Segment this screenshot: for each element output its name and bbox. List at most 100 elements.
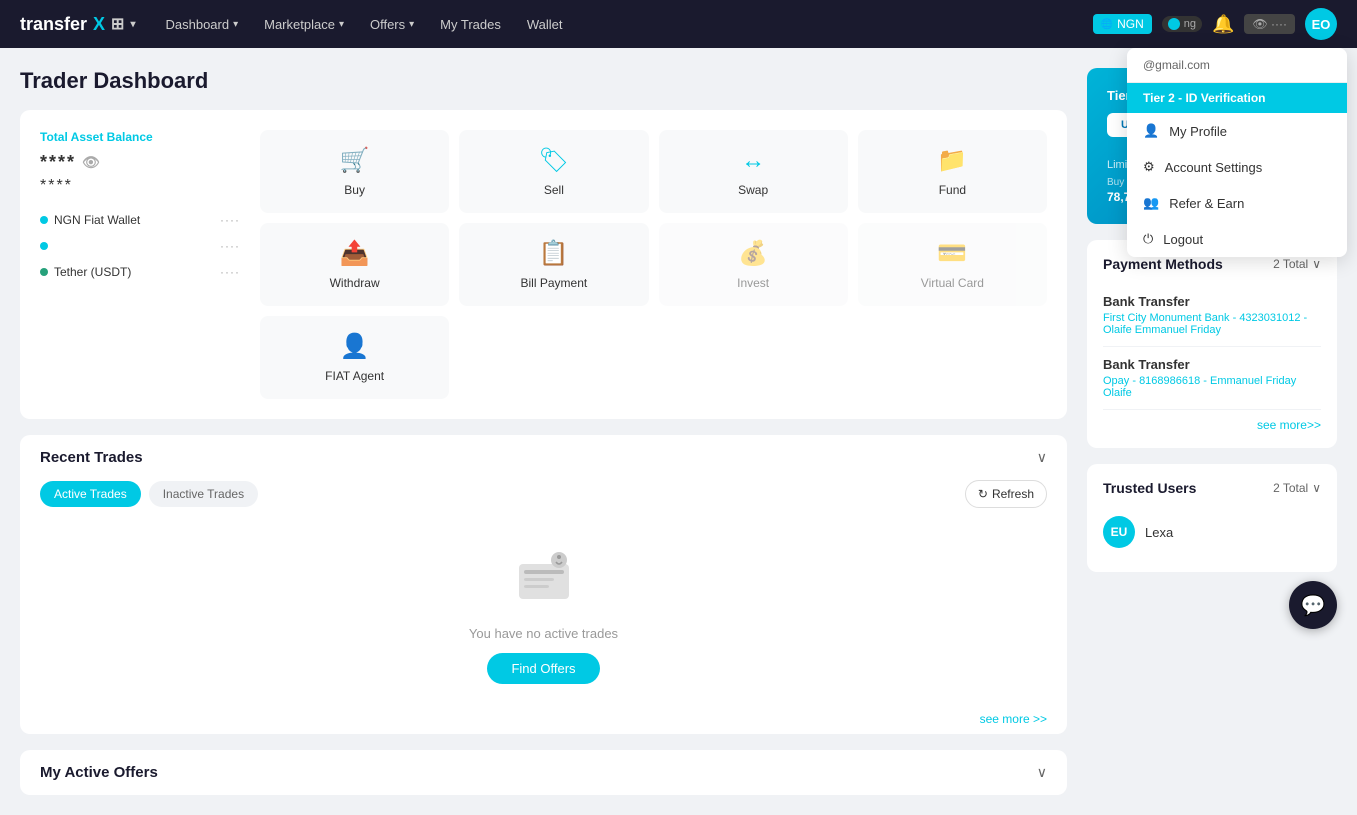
recent-trades-header[interactable]: Recent Trades ∨ xyxy=(20,435,1067,480)
find-offers-button[interactable]: Find Offers xyxy=(487,653,599,684)
balance-label: Total Asset Balance xyxy=(40,130,240,144)
grid-icon[interactable]: ⊞ xyxy=(111,14,124,34)
language-label: ng xyxy=(1184,18,1196,30)
balance-eye-icon[interactable]: 👁 xyxy=(82,154,102,171)
dropdown-email: @gmail.com xyxy=(1127,48,1347,83)
withdraw-button[interactable]: 📤 Withdraw xyxy=(260,223,449,306)
buy-button[interactable]: 🛒 Buy xyxy=(260,130,449,213)
nav-dashboard[interactable]: Dashboard ▾ xyxy=(155,11,248,38)
payment-type-1: Bank Transfer xyxy=(1103,294,1321,309)
trusted-users-chevron-icon: ∨ xyxy=(1312,481,1321,495)
active-trades-tab[interactable]: Active Trades xyxy=(40,481,141,507)
currency-label: NGN xyxy=(1117,17,1144,31)
nav-dashboard-label: Dashboard xyxy=(165,17,229,32)
ngn-wallet-dot xyxy=(40,216,48,224)
inactive-trades-tab[interactable]: Inactive Trades xyxy=(149,481,258,507)
swap-button[interactable]: ↔ Swap xyxy=(659,130,848,213)
my-active-offers-section: My Active Offers ∨ xyxy=(20,750,1067,795)
see-more-payments[interactable]: see more>> xyxy=(1103,410,1321,432)
payment-item-2: Bank Transfer Opay - 8168986618 - Emmanu… xyxy=(1103,347,1321,410)
logo[interactable]: transferX ⊞ ▾ xyxy=(20,14,135,35)
empty-trades-text: You have no active trades xyxy=(469,626,618,641)
payment-methods-count-label: 2 Total xyxy=(1273,257,1308,271)
fiat-agent-label: FIAT Agent xyxy=(325,369,384,383)
see-more-trades[interactable]: see more >> xyxy=(20,704,1067,734)
recent-trades-section: Recent Trades ∨ Active Trades Inactive T… xyxy=(20,435,1067,734)
virtual-card-label: Virtual Card xyxy=(921,276,984,290)
payment-methods-title: Payment Methods xyxy=(1103,256,1223,272)
fiat-agent-button[interactable]: 👤 FIAT Agent xyxy=(260,316,449,399)
trusted-users-count-label: 2 Total xyxy=(1273,481,1308,495)
dropdown-account-settings[interactable]: ⚙ Account Settings xyxy=(1127,149,1347,185)
user-avatar[interactable]: EO xyxy=(1305,8,1337,40)
chat-button[interactable]: 💬 xyxy=(1289,581,1337,629)
nav-links: Dashboard ▾ Marketplace ▾ Offers ▾ My Tr… xyxy=(155,11,1092,38)
fund-icon: 📁 xyxy=(937,146,967,175)
page-title: Trader Dashboard xyxy=(20,68,1067,94)
nav-marketplace-label: Marketplace xyxy=(264,17,335,32)
fund-button[interactable]: 📁 Fund xyxy=(858,130,1047,213)
invest-label: Invest xyxy=(737,276,769,290)
payment-methods-count: 2 Total ∨ xyxy=(1273,257,1321,271)
virtual-card-icon: 💳 xyxy=(937,239,967,268)
language-toggle[interactable]: ng xyxy=(1162,16,1202,32)
sell-button[interactable]: 🏷 Sell xyxy=(459,130,648,213)
usdt-wallet-label: Tether (USDT) xyxy=(54,265,131,279)
invest-button[interactable]: 💰 Invest xyxy=(659,223,848,306)
trusted-user-item: EU Lexa xyxy=(1103,508,1321,556)
nav-wallet[interactable]: Wallet xyxy=(517,11,573,38)
withdraw-label: Withdraw xyxy=(330,276,380,290)
invest-icon: 💰 xyxy=(738,239,768,268)
wallet-usdt-row: Tether (USDT) ···· xyxy=(40,259,240,285)
refresh-button[interactable]: ↻ Refresh xyxy=(965,480,1047,508)
notifications-bell-icon[interactable]: 🔔 xyxy=(1212,14,1234,35)
usdt-wallet-name: Tether (USDT) xyxy=(40,265,131,279)
bill-payment-button[interactable]: 📋 Bill Payment xyxy=(459,223,648,306)
refresh-icon: ↻ xyxy=(978,487,988,501)
nav-my-trades-label: My Trades xyxy=(440,17,501,32)
dropdown-refer-earn-label: Refer & Earn xyxy=(1169,196,1244,211)
payment-methods-header: Payment Methods 2 Total ∨ xyxy=(1103,256,1321,272)
dropdown-logout[interactable]: ⏻ Logout xyxy=(1127,221,1347,257)
balance-masked: **** xyxy=(40,152,76,173)
payment-detail-2: Opay - 8168986618 - Emmanuel Friday Olai… xyxy=(1103,375,1321,399)
payment-item-1: Bank Transfer First City Monument Bank -… xyxy=(1103,284,1321,347)
currency-selector[interactable]: 🌐 NGN xyxy=(1093,14,1152,34)
settings-icon: ⚙ xyxy=(1143,159,1155,175)
nav-my-trades[interactable]: My Trades xyxy=(430,11,511,38)
dropdown-my-profile[interactable]: 👤 My Profile xyxy=(1127,113,1347,149)
dropdown-logout-label: Logout xyxy=(1163,232,1203,247)
trusted-users-count: 2 Total ∨ xyxy=(1273,481,1321,495)
buy-icon: 🛒 xyxy=(340,146,370,175)
nav-offers[interactable]: Offers ▾ xyxy=(360,11,424,38)
swap-label: Swap xyxy=(738,183,768,197)
refresh-label: Refresh xyxy=(992,487,1034,501)
action-grid-row2: 📤 Withdraw 📋 Bill Payment 💰 Invest xyxy=(260,223,1047,306)
dropdown-my-profile-label: My Profile xyxy=(1169,124,1227,139)
my-active-offers-header[interactable]: My Active Offers ∨ xyxy=(20,750,1067,795)
dropdown-refer-earn[interactable]: 👥 Refer & Earn xyxy=(1127,185,1347,221)
nav-marketplace[interactable]: Marketplace ▾ xyxy=(254,11,354,38)
nav-right: 🌐 NGN ng 🔔 👁 ···· EO xyxy=(1093,8,1337,40)
sell-label: Sell xyxy=(544,183,564,197)
buy-label: Buy xyxy=(344,183,365,197)
payment-methods-chevron-icon: ∨ xyxy=(1312,257,1321,271)
wallet-ngn-row2: ···· xyxy=(40,233,240,259)
recent-trades-title: Recent Trades xyxy=(40,449,143,466)
refer-icon: 👥 xyxy=(1143,195,1159,211)
dropdown-tier-badge: Tier 2 - ID Verification xyxy=(1127,83,1347,113)
balance-section: Total Asset Balance **** 👁 **** NGN Fiat… xyxy=(40,130,240,399)
sell-icon: 🏷 xyxy=(539,146,569,175)
left-panel: Trader Dashboard Total Asset Balance ***… xyxy=(20,68,1067,795)
virtual-card-button[interactable]: 💳 Virtual Card xyxy=(858,223,1047,306)
ngn-wallet-name2 xyxy=(40,242,48,250)
eye-icon[interactable]: 👁 ···· xyxy=(1244,14,1295,34)
empty-trades-state: You have no active trades Find Offers xyxy=(20,524,1067,704)
action-grid-row3: 👤 FIAT Agent xyxy=(260,316,1047,399)
my-active-offers-title: My Active Offers xyxy=(40,764,158,781)
logo-x: X xyxy=(93,14,105,35)
trusted-users-header: Trusted Users 2 Total ∨ xyxy=(1103,480,1321,496)
action-grid-row1: 🛒 Buy 🏷 Sell ↔ Swap 📁 xyxy=(260,130,1047,213)
usdt-wallet-dots: ···· xyxy=(220,265,240,279)
trusted-user-avatar: EU xyxy=(1103,516,1135,548)
